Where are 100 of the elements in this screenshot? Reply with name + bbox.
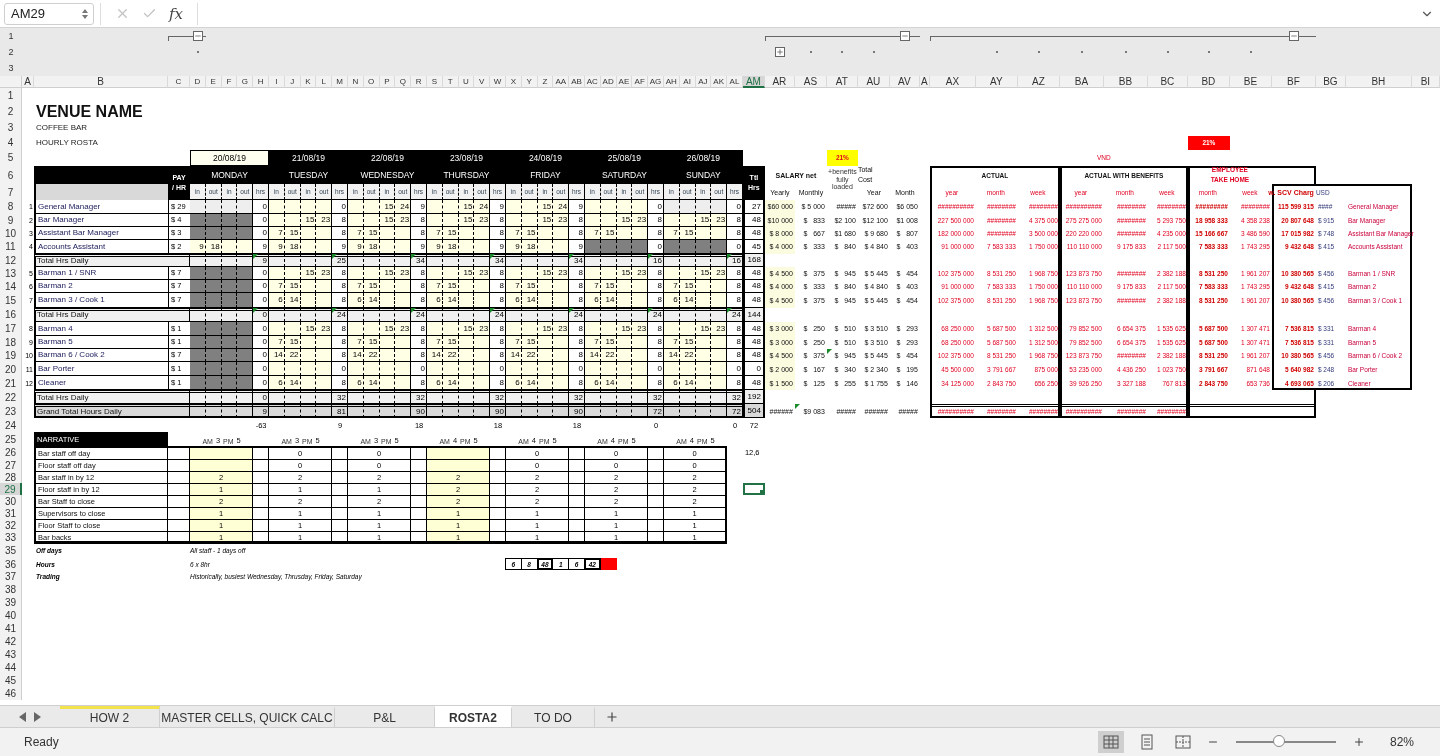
row-header[interactable]: 3 <box>0 120 22 136</box>
row-header[interactable]: 27 <box>0 459 22 471</box>
row-header[interactable]: 13 <box>0 267 22 280</box>
column-header[interactable]: H <box>253 76 269 88</box>
outline-level-button[interactable]: 1 <box>0 28 22 44</box>
row-header[interactable]: 22 <box>0 390 22 404</box>
scroll-right-icon[interactable] <box>33 711 41 722</box>
time-cell[interactable]: 23 <box>553 267 570 280</box>
shift-cell[interactable] <box>237 376 254 390</box>
slider-thumb[interactable] <box>1272 735 1285 747</box>
row-header[interactable]: 8 <box>0 200 22 214</box>
column-header[interactable]: AA <box>553 76 570 88</box>
outline-level-button[interactable]: 2 <box>0 44 22 60</box>
column-header[interactable]: AR <box>764 76 795 88</box>
time-cell[interactable]: 23 <box>316 322 333 336</box>
shift-cell[interactable] <box>711 376 728 390</box>
column-header[interactable]: AG <box>648 76 664 88</box>
column-header[interactable]: BB <box>1103 76 1148 88</box>
sheet-tab[interactable]: ROSTA2 <box>435 706 512 727</box>
column-header[interactable]: AZ <box>1017 76 1060 88</box>
shift-cell[interactable] <box>316 362 333 376</box>
shift-cell[interactable] <box>190 362 206 376</box>
row-header[interactable]: 6 <box>0 166 22 184</box>
time-cell[interactable]: 23 <box>632 267 649 280</box>
shift-cell[interactable] <box>632 293 649 308</box>
row-header[interactable]: 37 <box>0 570 22 583</box>
shift-cell[interactable] <box>237 200 254 214</box>
column-header[interactable]: BI <box>1411 76 1440 88</box>
shift-cell[interactable] <box>474 362 491 376</box>
row-header[interactable]: 7 <box>0 184 22 200</box>
shift-cell[interactable] <box>553 376 570 390</box>
shift-cell[interactable] <box>190 267 206 280</box>
sheet-tab[interactable]: TO DO <box>512 706 595 727</box>
row-header[interactable]: 31 <box>0 507 22 519</box>
time-cell[interactable]: 24 <box>553 200 570 214</box>
row-header[interactable]: 2 <box>0 103 22 120</box>
column-header[interactable]: BF <box>1271 76 1316 88</box>
time-cell[interactable]: 23 <box>474 322 491 336</box>
column-header[interactable]: AX <box>929 76 976 88</box>
time-cell[interactable]: 23 <box>395 267 412 280</box>
outline-level-button[interactable]: 3 <box>0 60 22 76</box>
column-header[interactable]: BD <box>1187 76 1230 88</box>
function-button[interactable]: fx <box>169 4 183 23</box>
row-header[interactable]: 1 <box>0 88 22 103</box>
column-header[interactable]: AT <box>826 76 858 88</box>
shift-cell[interactable] <box>237 362 254 376</box>
row-header[interactable]: 25 <box>0 432 22 446</box>
row-header[interactable]: 20 <box>0 362 22 376</box>
column-header[interactable]: BG <box>1315 76 1346 88</box>
row-header[interactable]: 26 <box>0 446 22 459</box>
shift-cell[interactable] <box>316 200 333 214</box>
column-header[interactable]: AF <box>632 76 649 88</box>
shift-cell[interactable] <box>190 322 206 336</box>
shift-cell[interactable] <box>316 293 333 308</box>
column-header[interactable]: BC <box>1147 76 1188 88</box>
column-header[interactable]: AM <box>742 76 765 88</box>
time-cell[interactable]: 23 <box>632 322 649 336</box>
row-header[interactable]: 32 <box>0 519 22 531</box>
time-cell[interactable]: 24 <box>474 200 491 214</box>
column-header[interactable]: L <box>316 76 333 88</box>
column-header[interactable]: V <box>474 76 491 88</box>
shift-cell[interactable] <box>632 376 649 390</box>
cell-cursor[interactable] <box>742 483 765 495</box>
row-header[interactable]: 23 <box>0 404 22 418</box>
column-header[interactable]: Q <box>395 76 412 88</box>
time-cell[interactable]: 23 <box>711 322 728 336</box>
row-header[interactable]: 17 <box>0 322 22 336</box>
time-cell[interactable]: 23 <box>553 322 570 336</box>
column-header[interactable]: AV <box>889 76 920 88</box>
shift-cell[interactable] <box>395 376 412 390</box>
row-header[interactable]: 35 <box>0 543 22 558</box>
shift-cell[interactable] <box>474 376 491 390</box>
column-header[interactable]: BE <box>1229 76 1272 88</box>
row-header[interactable]: 29 <box>0 483 22 495</box>
shift-cell[interactable] <box>632 200 649 214</box>
shift-cell[interactable] <box>190 200 206 214</box>
shift-cell[interactable] <box>553 293 570 308</box>
shift-cell[interactable] <box>316 376 333 390</box>
shift-cell[interactable] <box>237 267 254 280</box>
shift-cell[interactable] <box>632 362 649 376</box>
column-header[interactable]: D <box>190 76 206 88</box>
column-header[interactable]: M <box>332 76 348 88</box>
time-cell[interactable]: 24 <box>395 200 412 214</box>
column-header[interactable]: B <box>34 76 168 88</box>
column-header[interactable]: AU <box>857 76 890 88</box>
row-header[interactable]: 36 <box>0 558 22 570</box>
collapse-button[interactable] <box>1288 31 1299 41</box>
column-header[interactable]: BH <box>1345 76 1412 88</box>
shift-cell[interactable] <box>190 293 206 308</box>
scroll-left-icon[interactable] <box>19 711 27 722</box>
shift-cell[interactable] <box>237 293 254 308</box>
column-header[interactable]: BA <box>1059 76 1104 88</box>
shift-cell[interactable] <box>474 293 491 308</box>
time-cell[interactable]: 23 <box>711 267 728 280</box>
column-header[interactable]: W <box>490 76 506 88</box>
name-box[interactable]: AM29 <box>4 2 94 25</box>
shift-cell[interactable] <box>395 293 412 308</box>
row-header[interactable]: 24 <box>0 418 22 432</box>
time-cell[interactable]: 23 <box>395 322 412 336</box>
column-header[interactable]: C <box>168 76 190 88</box>
